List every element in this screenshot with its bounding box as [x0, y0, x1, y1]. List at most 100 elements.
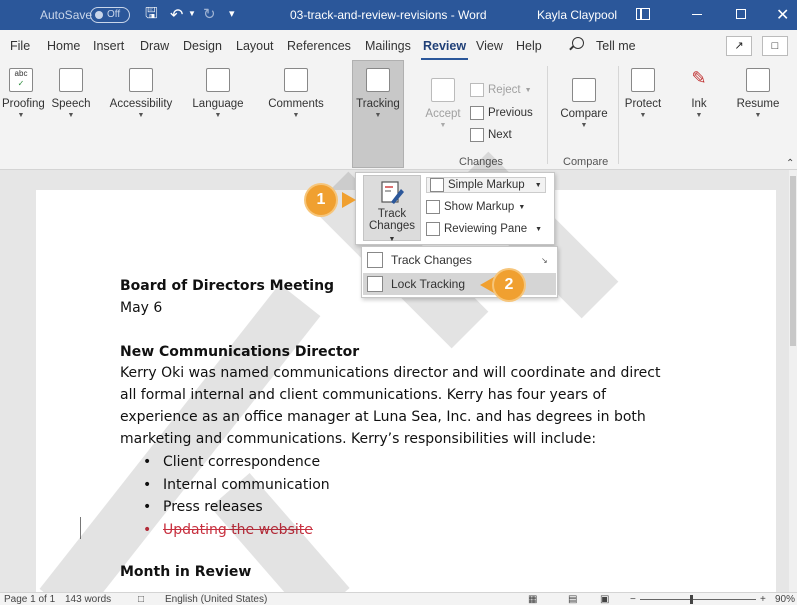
callout-step-2: 2 — [494, 270, 524, 300]
zoom-in-icon[interactable]: + — [760, 594, 766, 605]
page-count[interactable]: Page 1 of 1 — [4, 594, 55, 605]
doc-date: May 6 — [120, 300, 163, 316]
chevron-down-icon: ▼ — [535, 225, 543, 233]
comments-pane-button[interactable]: □ — [762, 36, 788, 56]
changes-group-label: Changes — [459, 156, 504, 168]
menu-item-label: Lock Tracking — [391, 277, 466, 291]
doc-paragraph: Kerry Oki was named communications direc… — [120, 365, 661, 447]
scrollbar-thumb[interactable] — [790, 176, 796, 346]
tab-mailings[interactable]: Mailings — [365, 39, 411, 53]
list-item: Press releases — [143, 496, 330, 519]
markup-select[interactable]: Simple Markup ▼ — [426, 177, 546, 193]
track-changes-label-2: Changes ▼ — [368, 220, 416, 243]
save-icon[interactable]: 🖫 — [145, 6, 161, 22]
language-icon — [206, 68, 230, 92]
compare-icon — [572, 78, 596, 102]
collapse-ribbon-icon[interactable]: ⌃ — [786, 158, 794, 169]
tab-insert[interactable]: Insert — [93, 39, 124, 53]
reject-button[interactable]: Reject ▼ — [470, 83, 532, 97]
protect-button[interactable]: Protect ▼ — [620, 68, 666, 119]
accept-icon — [431, 78, 455, 102]
speech-button[interactable]: Speech ▼ — [48, 68, 94, 119]
undo-dropdown-icon[interactable]: ▼ — [188, 9, 196, 18]
web-layout-icon[interactable]: ▣ — [600, 594, 609, 605]
redo-icon[interactable]: ↻ — [203, 5, 216, 23]
lock-icon — [367, 276, 383, 292]
minimize-icon[interactable] — [692, 14, 702, 15]
maximize-icon[interactable] — [736, 9, 746, 19]
accept-button[interactable]: Accept ▼ — [420, 78, 466, 129]
ribbon-display-options-icon[interactable] — [636, 8, 650, 20]
markup-value: Simple Markup — [448, 179, 525, 191]
tab-home[interactable]: Home — [47, 39, 80, 53]
resume-label: Resume — [736, 98, 780, 110]
read-mode-icon[interactable]: ▦ — [528, 594, 537, 605]
track-changes-label-1: Track — [377, 208, 407, 220]
autosave-toggle[interactable]: Off — [90, 7, 130, 23]
zoom-slider[interactable] — [640, 599, 756, 600]
protect-label: Protect — [624, 98, 662, 110]
tab-references[interactable]: References — [287, 39, 351, 53]
zoom-out-icon[interactable]: − — [630, 594, 636, 605]
tab-layout[interactable]: Layout — [236, 39, 274, 53]
doc-heading-month: Month in Review — [120, 564, 252, 580]
tracking-button[interactable]: Tracking ▼ — [352, 68, 404, 119]
title-bar: AutoSave Off 🖫 ↶ ▼ ↻ ▾ 03-track-and-revi… — [0, 0, 797, 30]
zoom-level[interactable]: 90% — [775, 594, 795, 605]
pen-icon: ✎ — [691, 68, 707, 88]
list-item: Client correspondence — [143, 451, 330, 474]
tab-review[interactable]: Review — [420, 39, 469, 60]
accessibility-button[interactable]: Accessibility ▼ — [102, 68, 180, 119]
dialog-launcher-icon[interactable]: ↘ — [541, 256, 548, 265]
share-button[interactable]: ↗ — [726, 36, 752, 56]
reject-label: Reject — [488, 84, 521, 96]
callout-arrow — [480, 277, 494, 293]
proofing-label: Proofing — [2, 98, 45, 110]
next-button[interactable]: Next — [470, 128, 512, 142]
close-icon[interactable]: ✕ — [776, 5, 789, 25]
print-layout-icon[interactable]: ▤ — [568, 594, 577, 605]
language-status[interactable]: English (United States) — [165, 594, 267, 605]
tab-draw[interactable]: Draw — [140, 39, 169, 53]
next-label: Next — [488, 129, 512, 141]
spelling-icon: abc ✓ — [9, 68, 33, 92]
vertical-scrollbar[interactable] — [789, 170, 797, 592]
word-count[interactable]: 143 words — [65, 594, 111, 605]
ink-button[interactable]: ✎ Ink ▼ — [676, 68, 722, 119]
language-label: Language — [192, 98, 244, 110]
reviewing-pane-button[interactable]: Reviewing Pane ▼ — [426, 222, 542, 236]
user-name[interactable]: Kayla Claypool — [537, 8, 617, 22]
show-markup-button[interactable]: Show Markup ▼ — [426, 200, 525, 214]
chevron-down-icon: ▼ — [67, 112, 75, 119]
reviewing-pane-label: Reviewing Pane — [444, 223, 528, 235]
search-icon[interactable] — [572, 37, 584, 49]
zoom-slider-thumb[interactable] — [690, 595, 693, 604]
menu-item-label: Track Changes — [391, 253, 472, 267]
customize-qat-icon[interactable]: ▾ — [229, 7, 235, 20]
undo-icon[interactable]: ↶ — [170, 5, 183, 25]
ink-label: Ink — [691, 98, 707, 110]
compare-button[interactable]: Compare ▼ — [555, 78, 613, 129]
resume-icon — [746, 68, 770, 92]
proofing-button[interactable]: abc ✓ Proofing ▼ — [2, 68, 45, 119]
comments-button[interactable]: Comments ▼ — [260, 68, 332, 119]
tell-me-label[interactable]: Tell me — [596, 39, 636, 53]
tab-view[interactable]: View — [476, 39, 503, 53]
doc-heading-director: New Communications Director — [120, 344, 360, 360]
menu-item-lock-tracking[interactable]: Lock Tracking — [363, 273, 556, 295]
group-separator — [618, 66, 619, 164]
previous-label: Previous — [488, 107, 533, 119]
protect-icon — [631, 68, 655, 92]
menu-item-track-changes[interactable]: Track Changes — [363, 249, 556, 271]
tab-file[interactable]: File — [10, 39, 30, 53]
speech-label: Speech — [51, 98, 91, 110]
tab-help[interactable]: Help — [516, 39, 542, 53]
resume-button[interactable]: Resume ▼ — [732, 68, 784, 119]
read-aloud-icon — [59, 68, 83, 92]
proofing-status-icon[interactable]: □ — [138, 594, 144, 605]
document-title: 03-track-and-review-revisions - Word — [290, 8, 487, 22]
track-changes-split-button[interactable]: Track Changes ▼ — [363, 175, 421, 243]
previous-button[interactable]: Previous — [470, 106, 533, 120]
language-button[interactable]: Language ▼ — [187, 68, 249, 119]
tab-design[interactable]: Design — [183, 39, 222, 53]
